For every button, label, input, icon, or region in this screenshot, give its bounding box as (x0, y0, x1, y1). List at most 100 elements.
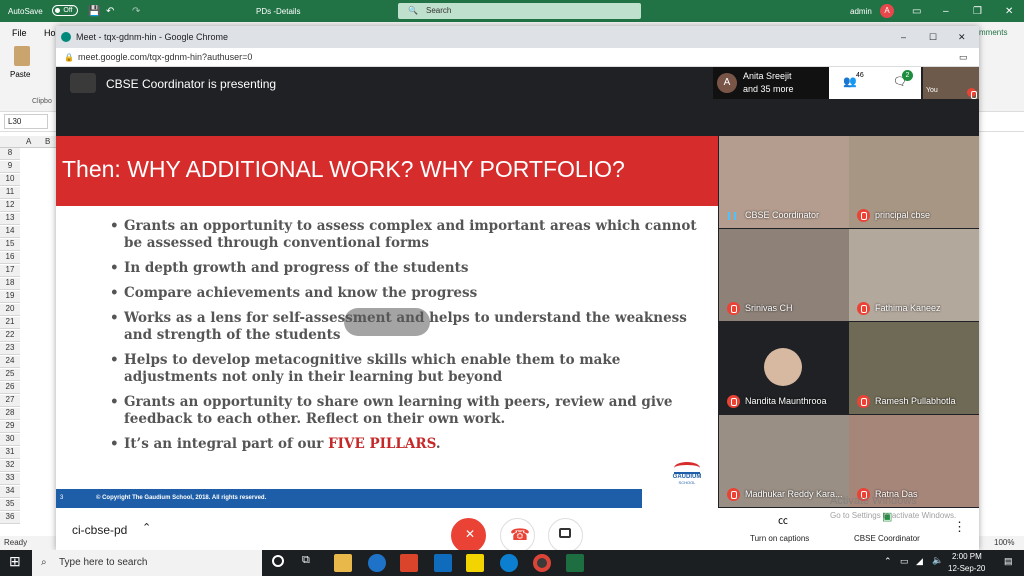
row-header[interactable]: 9 (0, 161, 20, 173)
meeting-code[interactable]: ci-cbse-pd (72, 523, 127, 537)
redo-icon[interactable]: ↷ (132, 6, 140, 17)
chrome-icon[interactable] (533, 554, 551, 572)
row-header[interactable]: 26 (0, 382, 20, 394)
participants-summary[interactable]: A Anita Sreejit and 35 more (713, 67, 829, 99)
row-header[interactable]: 36 (0, 512, 20, 524)
paste-label[interactable]: Paste (10, 70, 30, 79)
row-header[interactable]: 22 (0, 330, 20, 342)
row-header[interactable]: 24 (0, 356, 20, 368)
edge-icon[interactable] (500, 554, 518, 572)
video-tile[interactable]: CBSE Coordinator (719, 136, 849, 228)
row-header[interactable]: 27 (0, 395, 20, 407)
camera-toggle-button[interactable] (548, 518, 583, 553)
sticky-notes-icon[interactable] (466, 554, 484, 572)
row-header[interactable]: 14 (0, 226, 20, 238)
document-title[interactable]: PDs -Details (256, 7, 300, 16)
chrome-close-icon[interactable]: ✕ (958, 26, 966, 48)
row-header[interactable]: 31 (0, 447, 20, 459)
row-header[interactable]: 32 (0, 460, 20, 472)
self-view-tile[interactable]: You (923, 67, 979, 99)
row-header[interactable]: 25 (0, 369, 20, 381)
column-header-b[interactable]: B (45, 137, 50, 146)
chrome-minimize-icon[interactable]: – (901, 26, 906, 48)
video-tile[interactable]: Ramesh Pullabhotla (849, 322, 979, 414)
row-header[interactable]: 35 (0, 499, 20, 511)
paste-icon[interactable] (14, 46, 30, 66)
edge-legacy-icon[interactable] (368, 554, 386, 572)
row-header[interactable]: 18 (0, 278, 20, 290)
video-tile[interactable]: Ratna Das (849, 415, 979, 507)
video-tile[interactable]: Fathima Kaneez (849, 229, 979, 321)
file-tab[interactable]: File (12, 28, 27, 38)
notifications-icon[interactable]: ▤ (1004, 556, 1013, 567)
presenter-label[interactable]: CBSE Coordinator (854, 534, 920, 543)
captions-icon[interactable]: ㏄ (778, 512, 788, 527)
excel-icon[interactable] (566, 554, 584, 572)
outlook-icon[interactable] (434, 554, 452, 572)
taskbar-time[interactable]: 2:00 PM (952, 552, 982, 561)
row-header[interactable]: 33 (0, 473, 20, 485)
cortana-icon[interactable] (272, 555, 284, 567)
row-header[interactable]: 11 (0, 187, 20, 199)
file-explorer-icon[interactable] (334, 554, 352, 572)
taskbar-date[interactable]: 12-Sep-20 (948, 564, 985, 573)
excel-search-box[interactable]: 🔍 Search (398, 3, 641, 19)
row-header[interactable]: 23 (0, 343, 20, 355)
row-header[interactable]: 13 (0, 213, 20, 225)
undo-icon[interactable]: ↶ (106, 6, 114, 17)
row-header[interactable]: 30 (0, 434, 20, 446)
name-box[interactable]: L30 (4, 114, 48, 129)
slide-controls-overlay[interactable] (344, 308, 430, 336)
address-bar[interactable]: 🔒 meet.google.com/tqx-gdnm-hin?authuser=… (56, 48, 979, 67)
save-icon[interactable]: 💾 (88, 6, 100, 17)
row-header[interactable]: 12 (0, 200, 20, 212)
captions-label[interactable]: Turn on captions (750, 534, 809, 543)
row-header[interactable]: 29 (0, 421, 20, 433)
presenting-banner: CBSE Coordinator is presenting (106, 77, 277, 91)
autosave-toggle[interactable]: Off (52, 5, 78, 16)
video-tile[interactable]: principal cbse (849, 136, 979, 228)
row-header[interactable]: 19 (0, 291, 20, 303)
tile-name: Madhukar Reddy Kara... (745, 489, 843, 499)
volume-icon[interactable]: 🔈 (932, 555, 943, 566)
minimize-icon[interactable]: – (943, 6, 949, 17)
windows-start-icon[interactable]: ⊞ (9, 553, 21, 570)
task-view-icon[interactable]: ⧉ (302, 554, 310, 567)
row-header[interactable]: 34 (0, 486, 20, 498)
close-icon[interactable]: ✕ (1005, 6, 1013, 17)
mic-toggle-button[interactable]: ✕ (451, 518, 486, 553)
row-header[interactable]: 21 (0, 317, 20, 329)
url-text[interactable]: meet.google.com/tqx-gdnm-hin?authuser=0 (78, 48, 252, 67)
cast-icon[interactable]: ▭ (959, 48, 968, 67)
row-header[interactable]: 28 (0, 408, 20, 420)
row-header[interactable]: 16 (0, 252, 20, 264)
activate-windows-subtitle: Go to Settings to activate Windows. (830, 511, 957, 520)
taskbar-search[interactable]: ⌕ Type here to search (32, 550, 262, 576)
people-icon[interactable]: 👥 (843, 75, 857, 88)
restore-icon[interactable]: ❐ (973, 6, 982, 17)
comments-button[interactable]: mments (979, 28, 1007, 37)
tray-chevron-icon[interactable]: ⌃ (884, 556, 892, 567)
row-header[interactable]: 8 (0, 148, 20, 160)
slide-bullet: Helps to develop metacognitive skills wh… (110, 352, 710, 386)
chrome-maximize-icon[interactable]: ☐ (929, 26, 937, 48)
row-header[interactable]: 17 (0, 265, 20, 277)
row-header[interactable]: 15 (0, 239, 20, 251)
anydesk-icon[interactable] (400, 554, 418, 572)
zoom-level[interactable]: 100% (994, 538, 1014, 547)
video-tile[interactable]: Madhukar Reddy Kara... (719, 415, 849, 507)
video-tile[interactable]: Srinivas CH (719, 229, 849, 321)
ribbon-display-icon[interactable]: ▭ (912, 6, 921, 17)
row-header[interactable]: 10 (0, 174, 20, 186)
network-icon[interactable]: ◢ (916, 556, 923, 567)
column-header-a[interactable]: A (26, 137, 31, 146)
leave-call-button[interactable]: ☎ (500, 518, 535, 553)
user-avatar[interactable]: A (880, 4, 894, 18)
home-tab[interactable]: Ho (44, 28, 56, 38)
meeting-details-chevron-icon[interactable]: ⌃ (142, 521, 151, 534)
video-tile[interactable]: Nandita Maunthrooa (719, 322, 849, 414)
battery-icon[interactable]: ▭ (900, 556, 909, 567)
lock-icon[interactable]: 🔒 (64, 48, 74, 67)
row-header[interactable]: 20 (0, 304, 20, 316)
more-options-icon[interactable]: ⋮ (953, 519, 966, 535)
